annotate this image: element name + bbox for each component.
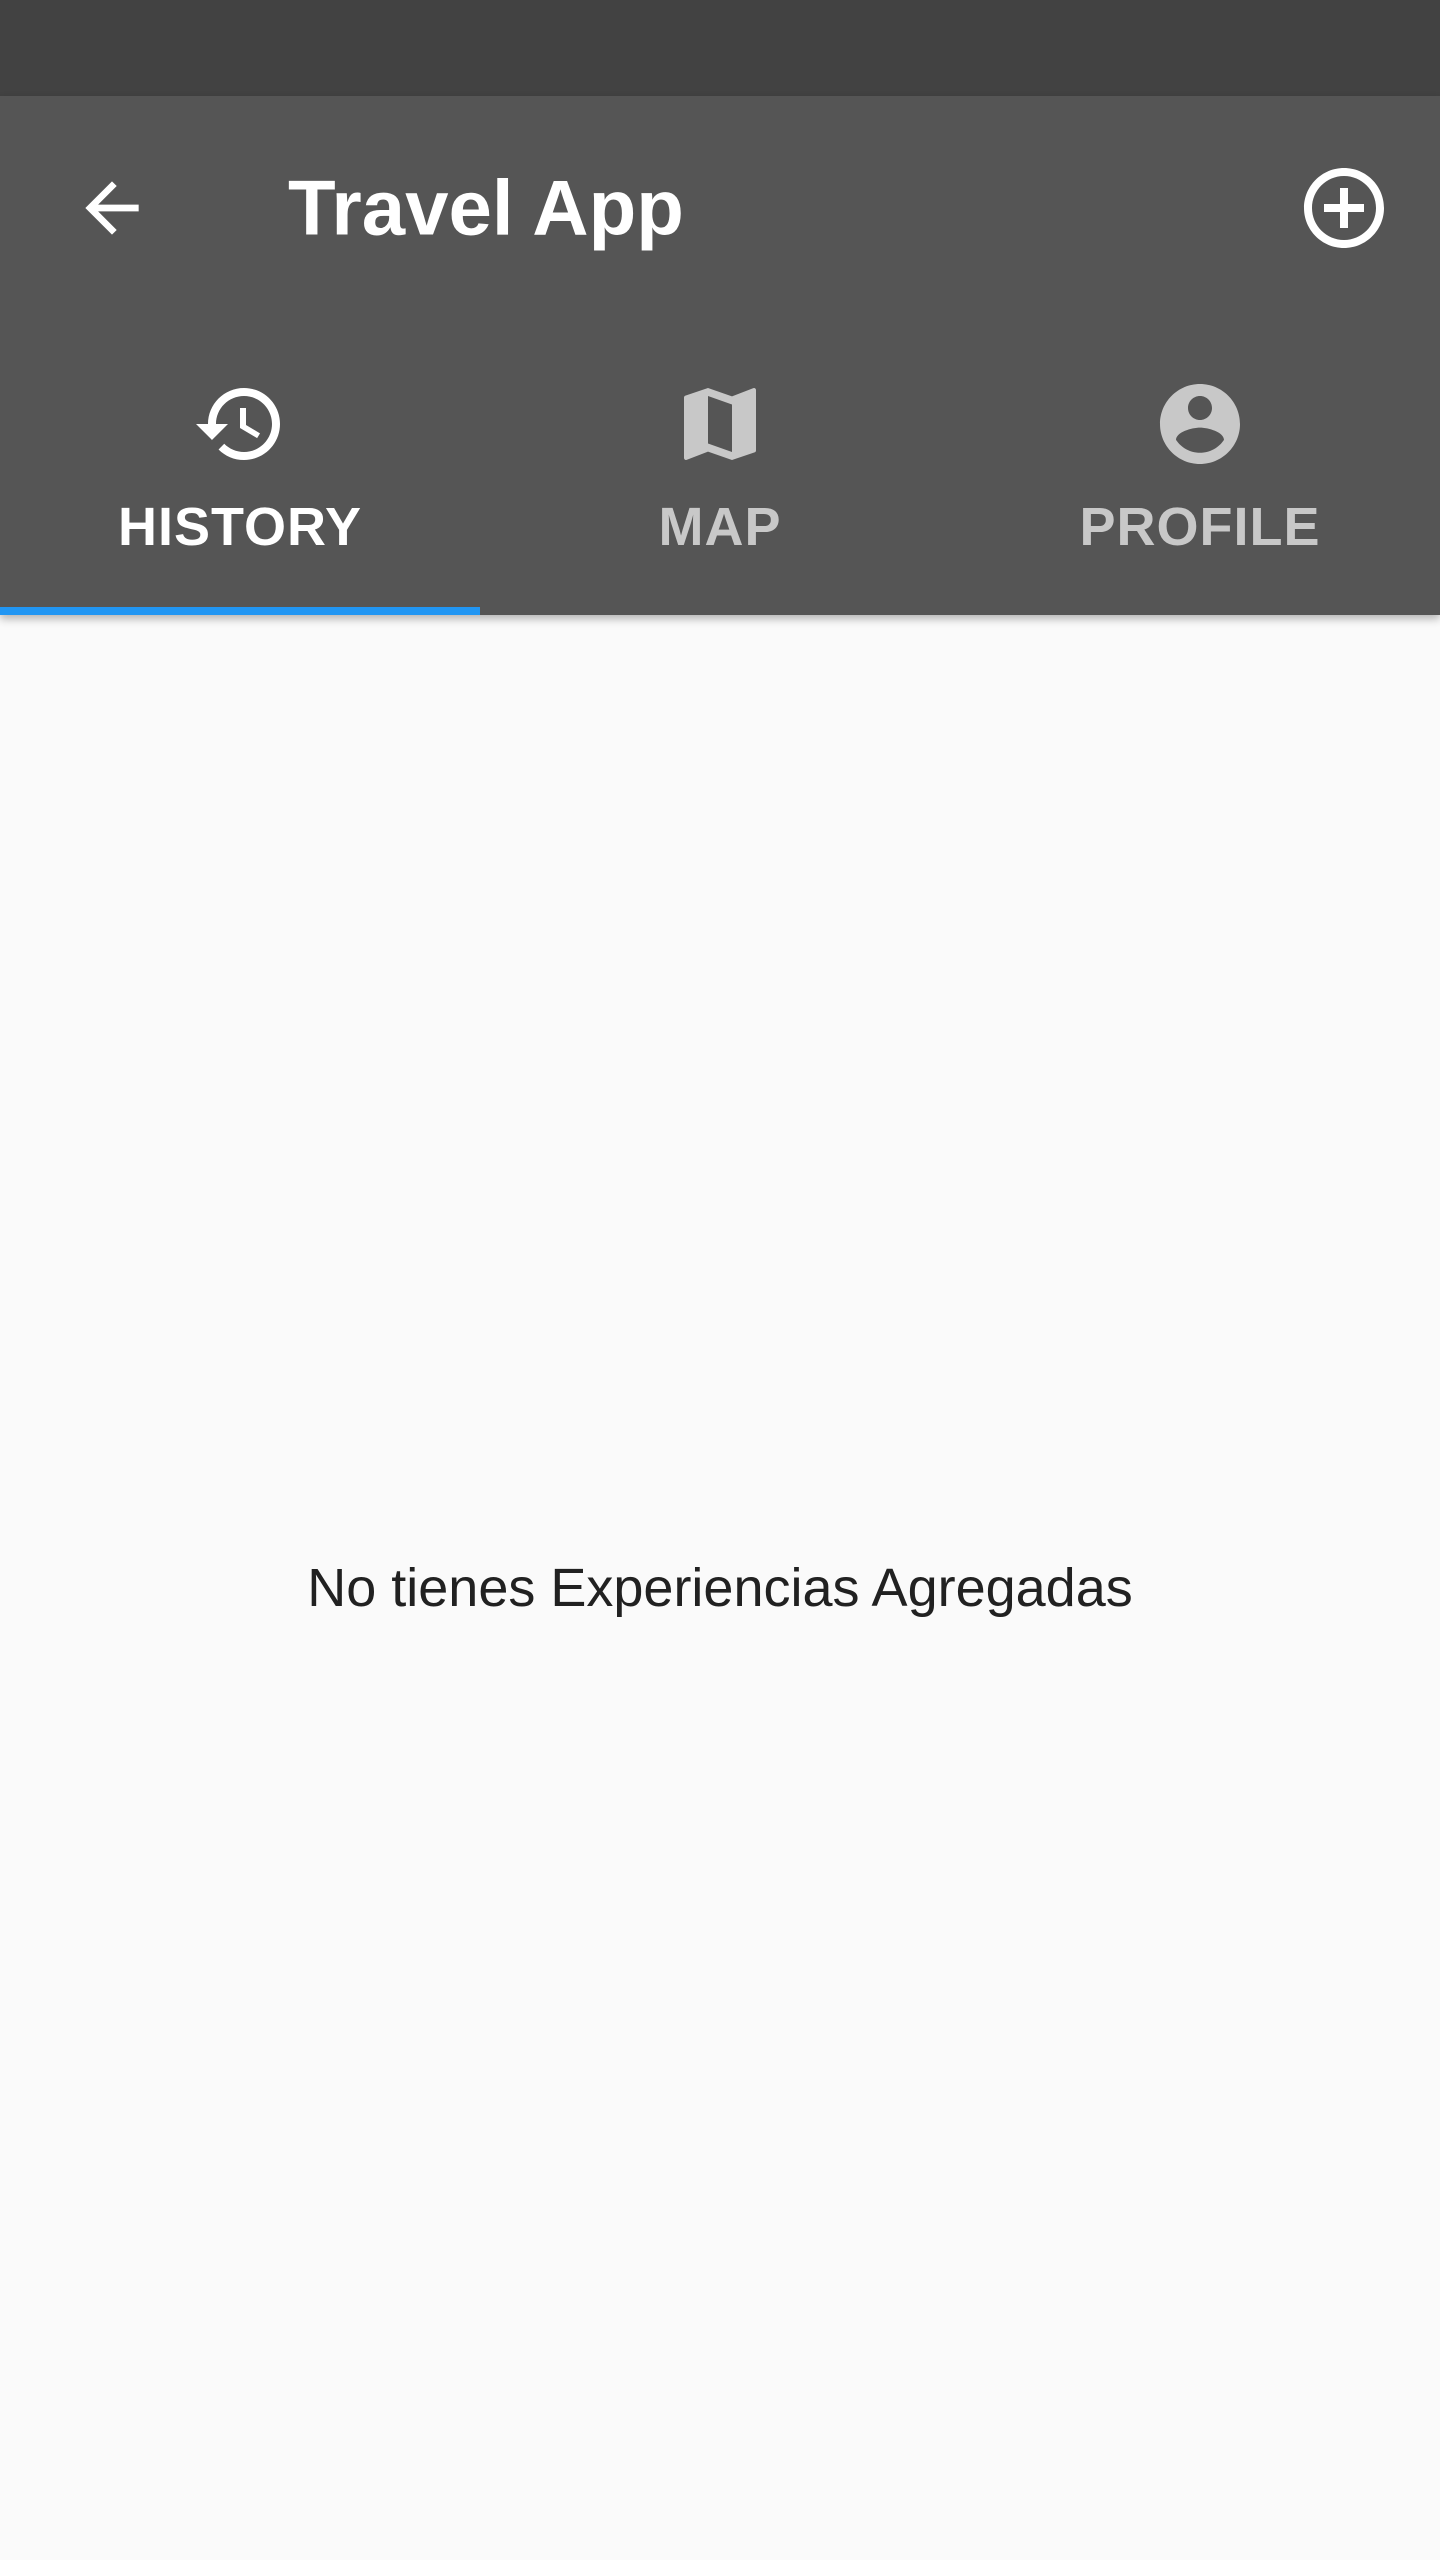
tab-profile[interactable]: PROFILE [960, 320, 1440, 615]
empty-state-message: No tienes Experiencias Agregadas [307, 1558, 1133, 1618]
tab-bar: HISTORY MAP PROFILE [0, 320, 1440, 615]
status-bar [0, 0, 1440, 96]
tab-map[interactable]: MAP [480, 320, 960, 615]
tab-history[interactable]: HISTORY [0, 320, 480, 615]
account-circle-icon [1160, 384, 1240, 464]
arrow-back-icon [85, 181, 139, 235]
add-experience-button[interactable] [1288, 152, 1400, 264]
toolbar: Travel App [0, 96, 1440, 320]
tab-history-label: HISTORY [117, 497, 363, 557]
history-icon [196, 388, 280, 460]
tab-profile-label: PROFILE [1079, 497, 1321, 557]
tab-indicator [0, 607, 480, 615]
back-button[interactable] [56, 152, 168, 264]
app-title: Travel App [288, 163, 684, 252]
tab-map-label: MAP [658, 497, 782, 557]
add-circle-outline-icon [1304, 168, 1384, 248]
map-icon [684, 388, 756, 460]
history-content: No tienes Experiencias Agregadas [0, 615, 1440, 2560]
app-bar: Travel App HISTORY MAP PROFILE [0, 96, 1440, 615]
